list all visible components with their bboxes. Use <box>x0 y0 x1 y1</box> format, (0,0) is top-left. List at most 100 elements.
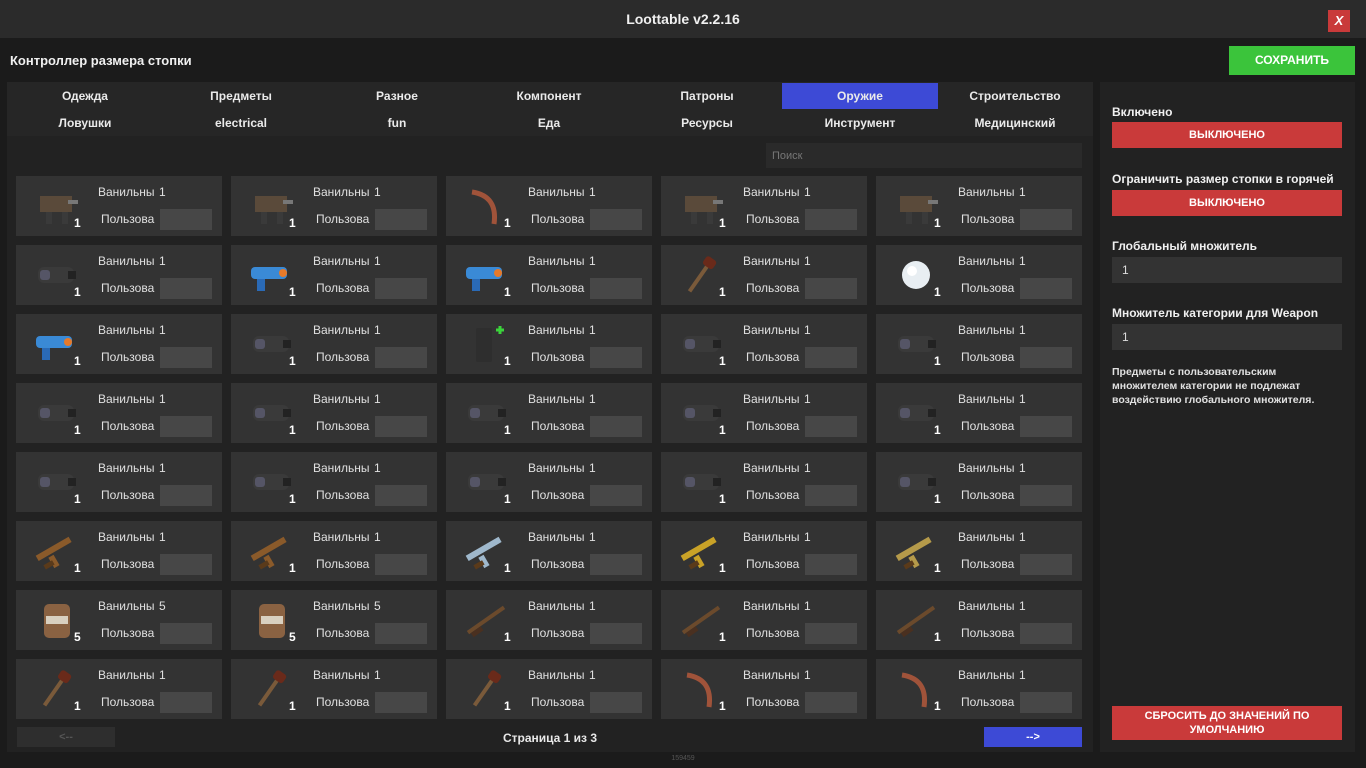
vanilla-label: Ванильны <box>313 599 370 613</box>
vanilla-value: 1 <box>804 392 811 406</box>
custom-stack-input[interactable] <box>375 209 427 230</box>
custom-stack-input[interactable] <box>1020 554 1072 575</box>
custom-stack-input[interactable] <box>590 485 642 506</box>
item-card: 1 Ванильны 1 Пользова <box>446 521 652 581</box>
custom-stack-input[interactable] <box>160 347 212 368</box>
tab-ловушки[interactable]: Ловушки <box>7 110 163 136</box>
tab-ресурсы[interactable]: Ресурсы <box>629 110 785 136</box>
custom-stack-input[interactable] <box>590 623 642 644</box>
custom-stack-input[interactable] <box>805 278 857 299</box>
item-quantity: 1 <box>504 492 511 506</box>
custom-stack-input[interactable] <box>375 623 427 644</box>
tab-медицинский[interactable]: Медицинский <box>937 110 1093 136</box>
custom-stack-input[interactable] <box>590 416 642 437</box>
vanilla-label: Ванильны <box>743 668 800 682</box>
custom-stack-input[interactable] <box>160 209 212 230</box>
custom-stack-input[interactable] <box>590 209 642 230</box>
limit-hotbar-toggle[interactable]: ВЫКЛЮЧЕНО <box>1112 190 1342 216</box>
custom-stack-input[interactable] <box>160 485 212 506</box>
custom-stack-input[interactable] <box>375 692 427 713</box>
custom-stack-input[interactable] <box>375 554 427 575</box>
custom-stack-input[interactable] <box>805 209 857 230</box>
custom-label: Пользова <box>101 557 155 571</box>
footer-id: 159459 <box>671 755 695 762</box>
next-page-button[interactable]: --> <box>984 727 1082 747</box>
custom-label: Пользова <box>101 419 155 433</box>
custom-label: Пользова <box>531 212 585 226</box>
custom-stack-input[interactable] <box>1020 347 1072 368</box>
custom-stack-input[interactable] <box>590 278 642 299</box>
custom-stack-input[interactable] <box>1020 692 1072 713</box>
tab-строительство[interactable]: Строительство <box>937 83 1093 109</box>
search-input[interactable] <box>766 143 1082 168</box>
vanilla-value: 5 <box>374 599 381 613</box>
custom-stack-input[interactable] <box>805 623 857 644</box>
custom-stack-input[interactable] <box>160 692 212 713</box>
custom-stack-input[interactable] <box>590 692 642 713</box>
vanilla-label: Ванильны <box>313 254 370 268</box>
item-quantity: 1 <box>504 423 511 437</box>
item-card: 1 Ванильны 1 Пользова <box>231 521 437 581</box>
custom-stack-input[interactable] <box>805 692 857 713</box>
custom-stack-input[interactable] <box>375 485 427 506</box>
vanilla-label: Ванильны <box>98 530 155 544</box>
item-card: 1 Ванильны 1 Пользова <box>876 659 1082 719</box>
tab-оружие[interactable]: Оружие <box>782 83 938 109</box>
tab-еда[interactable]: Еда <box>471 110 627 136</box>
custom-label: Пользова <box>531 557 585 571</box>
custom-stack-input[interactable] <box>375 278 427 299</box>
tab-предметы[interactable]: Предметы <box>163 83 319 109</box>
vanilla-value: 1 <box>374 461 381 475</box>
close-button[interactable]: X <box>1328 10 1350 32</box>
custom-stack-input[interactable] <box>1020 416 1072 437</box>
save-button[interactable]: СОХРАНИТЬ <box>1229 46 1355 75</box>
vanilla-label: Ванильны <box>958 461 1015 475</box>
vanilla-value: 1 <box>589 668 596 682</box>
custom-stack-input[interactable] <box>805 347 857 368</box>
tab-разное[interactable]: Разное <box>319 83 475 109</box>
custom-stack-input[interactable] <box>1020 623 1072 644</box>
reset-defaults-button[interactable]: СБРОСИТЬ ДО ЗНАЧЕНИЙ ПО УМОЛЧАНИЮ <box>1112 706 1342 740</box>
custom-stack-input[interactable] <box>160 554 212 575</box>
item-card: 1 Ванильны 1 Пользова <box>661 521 867 581</box>
item-quantity: 1 <box>289 561 296 575</box>
custom-stack-input[interactable] <box>160 416 212 437</box>
category-multiplier-label: Множитель категории для Weapon <box>1112 306 1319 320</box>
tab-electrical[interactable]: electrical <box>163 110 319 136</box>
vanilla-value: 1 <box>374 392 381 406</box>
custom-stack-input[interactable] <box>805 416 857 437</box>
enabled-toggle[interactable]: ВЫКЛЮЧЕНО <box>1112 122 1342 148</box>
tab-инструмент[interactable]: Инструмент <box>782 110 938 136</box>
vanilla-value: 1 <box>159 254 166 268</box>
item-quantity: 1 <box>934 354 941 368</box>
custom-label: Пользова <box>531 626 585 640</box>
vanilla-label: Ванильны <box>528 185 585 199</box>
custom-stack-input[interactable] <box>805 554 857 575</box>
custom-stack-input[interactable] <box>160 278 212 299</box>
vanilla-value: 1 <box>589 599 596 613</box>
vanilla-value: 1 <box>1019 599 1026 613</box>
custom-label: Пользова <box>961 695 1015 709</box>
tab-компонент[interactable]: Компонент <box>471 83 627 109</box>
custom-label: Пользова <box>101 281 155 295</box>
tab-патроны[interactable]: Патроны <box>629 83 785 109</box>
custom-stack-input[interactable] <box>805 485 857 506</box>
tab-fun[interactable]: fun <box>319 110 475 136</box>
tab-одежда[interactable]: Одежда <box>7 83 163 109</box>
item-card: 1 Ванильны 1 Пользова <box>231 659 437 719</box>
custom-stack-input[interactable] <box>1020 278 1072 299</box>
custom-stack-input[interactable] <box>1020 485 1072 506</box>
global-multiplier-field[interactable]: 1 <box>1112 257 1342 283</box>
custom-stack-input[interactable] <box>590 347 642 368</box>
custom-stack-input[interactable] <box>1020 209 1072 230</box>
custom-stack-input[interactable] <box>375 347 427 368</box>
custom-stack-input[interactable] <box>590 554 642 575</box>
custom-stack-input[interactable] <box>375 416 427 437</box>
custom-label: Пользова <box>961 488 1015 502</box>
vanilla-label: Ванильны <box>98 254 155 268</box>
category-multiplier-field[interactable]: 1 <box>1112 324 1342 350</box>
custom-label: Пользова <box>746 557 800 571</box>
custom-label: Пользова <box>101 695 155 709</box>
custom-stack-input[interactable] <box>160 623 212 644</box>
vanilla-value: 1 <box>159 461 166 475</box>
